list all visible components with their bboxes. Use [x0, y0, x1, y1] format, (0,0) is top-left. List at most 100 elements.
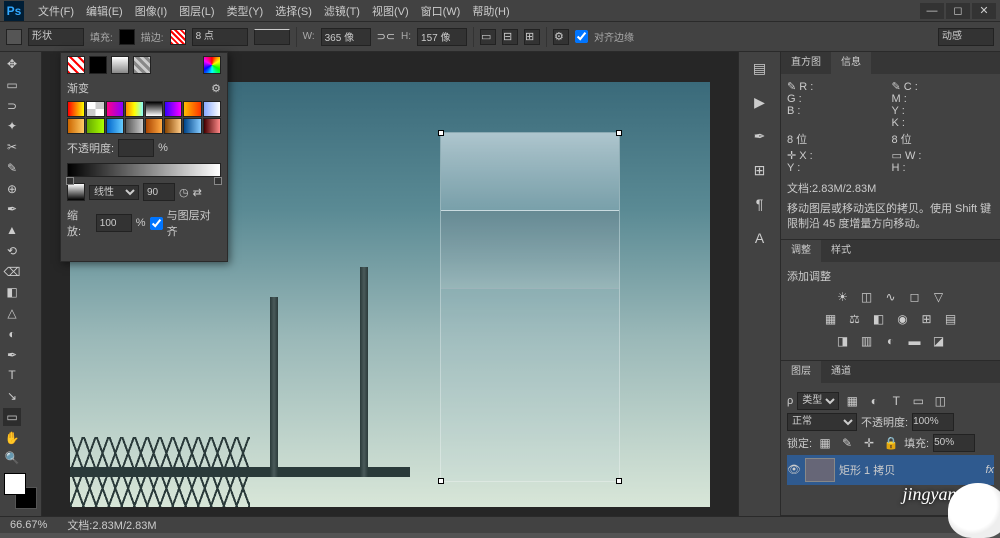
height-input[interactable]: [417, 28, 467, 46]
tool-crop[interactable]: ✂: [3, 138, 21, 156]
lock-pixel-icon[interactable]: ✎: [838, 434, 856, 452]
adj-poster-icon[interactable]: ▥: [858, 332, 876, 350]
filter-adj-icon[interactable]: ◐: [865, 392, 883, 410]
tool-move[interactable]: ✥: [3, 55, 21, 73]
adj-lookup-icon[interactable]: ▤: [942, 310, 960, 328]
layer-thumbnail[interactable]: [805, 458, 835, 482]
menu-filter[interactable]: 滤镜(T): [318, 3, 366, 19]
adj-hue-icon[interactable]: ▦: [822, 310, 840, 328]
zoom-level[interactable]: 66.67%: [10, 519, 47, 531]
gradient-angle-input[interactable]: [143, 183, 175, 201]
tool-type[interactable]: T: [3, 366, 21, 384]
fg-color-swatch[interactable]: [4, 473, 26, 495]
gradient-preset[interactable]: [183, 101, 201, 117]
adj-curves-icon[interactable]: ∿: [882, 288, 900, 306]
menu-layer[interactable]: 图层(L): [173, 3, 220, 19]
tab-info[interactable]: 信息: [831, 52, 871, 74]
visibility-icon[interactable]: 👁: [787, 463, 801, 476]
adj-mixer-icon[interactable]: ⊞: [918, 310, 936, 328]
blend-mode-dropdown[interactable]: 正常: [787, 413, 857, 431]
gradient-preset[interactable]: [203, 118, 221, 134]
dock-paragraph-icon[interactable]: ¶: [748, 192, 772, 216]
gradient-preset[interactable]: [164, 118, 182, 134]
layer-filter-dropdown[interactable]: 类型: [797, 392, 839, 410]
tool-gradient[interactable]: ◧: [3, 283, 21, 301]
gradient-preset[interactable]: [67, 118, 85, 134]
filter-shape-icon[interactable]: ▭: [909, 392, 927, 410]
menu-help[interactable]: 帮助(H): [466, 3, 515, 19]
transform-handle[interactable]: [616, 130, 622, 136]
fill-none-swatch[interactable]: [67, 56, 85, 74]
adj-threshold-icon[interactable]: ◐: [882, 332, 900, 350]
align-button[interactable]: ⊟: [502, 29, 518, 45]
gradient-preset[interactable]: [86, 118, 104, 134]
adj-selective-icon[interactable]: ◪: [930, 332, 948, 350]
tool-history[interactable]: ⟲: [3, 242, 21, 260]
adj-balance-icon[interactable]: ⚖: [846, 310, 864, 328]
filter-pixel-icon[interactable]: ▦: [843, 392, 861, 410]
gradient-preset[interactable]: [106, 101, 124, 117]
gradient-ramp[interactable]: [67, 163, 221, 177]
tool-dodge[interactable]: ◐: [3, 325, 21, 343]
menu-edit[interactable]: 编辑(E): [80, 3, 129, 19]
menu-view[interactable]: 视图(V): [366, 3, 415, 19]
tab-styles[interactable]: 样式: [821, 240, 861, 262]
tool-hand[interactable]: ✋: [3, 429, 21, 447]
gradient-preset[interactable]: [183, 118, 201, 134]
layer-row[interactable]: 👁 矩形 1 拷贝 fx: [787, 455, 994, 485]
tool-stamp[interactable]: ▲: [3, 221, 21, 239]
shape-mode-dropdown[interactable]: 形状: [28, 28, 84, 46]
adj-levels-icon[interactable]: ◫: [858, 288, 876, 306]
gradient-preset[interactable]: [164, 101, 182, 117]
tool-path[interactable]: ↘: [3, 387, 21, 405]
adj-brightness-icon[interactable]: ☀: [834, 288, 852, 306]
transform-handle[interactable]: [438, 478, 444, 484]
gear-icon[interactable]: ⚙: [211, 82, 221, 95]
tool-zoom[interactable]: 🔍: [3, 449, 21, 467]
lock-trans-icon[interactable]: ▦: [816, 434, 834, 452]
gradient-preset[interactable]: [203, 101, 221, 117]
dock-history-icon[interactable]: ▤: [748, 56, 772, 80]
adj-vibrance-icon[interactable]: ▽: [930, 288, 948, 306]
tool-pen[interactable]: ✒: [3, 346, 21, 364]
tool-blur[interactable]: △: [3, 304, 21, 322]
settings-icon[interactable]: ⚙: [553, 29, 569, 45]
width-input[interactable]: [321, 28, 371, 46]
fill-swatch[interactable]: [119, 29, 135, 45]
stroke-swatch[interactable]: [170, 29, 186, 45]
gradient-scale-input[interactable]: [96, 214, 132, 232]
gradient-preset[interactable]: [125, 101, 143, 117]
fill-gradient-swatch[interactable]: [111, 56, 129, 74]
menu-file[interactable]: 文件(F): [32, 3, 80, 19]
shape-layer[interactable]: [440, 132, 620, 482]
close-button[interactable]: ✕: [972, 3, 996, 19]
tab-histogram[interactable]: 直方图: [781, 52, 831, 74]
grad-opacity-input[interactable]: [118, 139, 154, 157]
minimize-button[interactable]: —: [920, 3, 944, 19]
tab-adjustments[interactable]: 调整: [781, 240, 821, 262]
gradient-preset[interactable]: [145, 118, 163, 134]
dock-actions-icon[interactable]: ▶: [748, 90, 772, 114]
color-picker-swatch[interactable]: [203, 56, 221, 74]
align-edges-checkbox[interactable]: [575, 30, 588, 43]
menu-image[interactable]: 图像(I): [129, 3, 173, 19]
tool-shape[interactable]: ▭: [3, 408, 21, 426]
tool-wand[interactable]: ✦: [3, 117, 21, 135]
layer-name[interactable]: 矩形 1 拷贝: [839, 462, 895, 478]
tool-brush[interactable]: ✒: [3, 200, 21, 218]
fill-pattern-swatch[interactable]: [133, 56, 151, 74]
gradient-preset[interactable]: [67, 101, 85, 117]
adj-exposure-icon[interactable]: ◻: [906, 288, 924, 306]
menu-type[interactable]: 类型(Y): [221, 3, 270, 19]
tool-eraser[interactable]: ⌫: [3, 263, 21, 281]
arrange-button[interactable]: ⊞: [524, 29, 540, 45]
dock-swatches-icon[interactable]: ⊞: [748, 158, 772, 182]
gradient-stop[interactable]: [66, 177, 74, 185]
gradient-type-dropdown[interactable]: 线性: [89, 185, 139, 200]
opacity-input[interactable]: [912, 413, 954, 431]
reverse-icon[interactable]: ⇄: [193, 186, 202, 199]
gradient-preset[interactable]: [86, 101, 104, 117]
tool-preset-picker[interactable]: [6, 29, 22, 45]
filter-type-icon[interactable]: T: [887, 392, 905, 410]
adj-invert-icon[interactable]: ◨: [834, 332, 852, 350]
